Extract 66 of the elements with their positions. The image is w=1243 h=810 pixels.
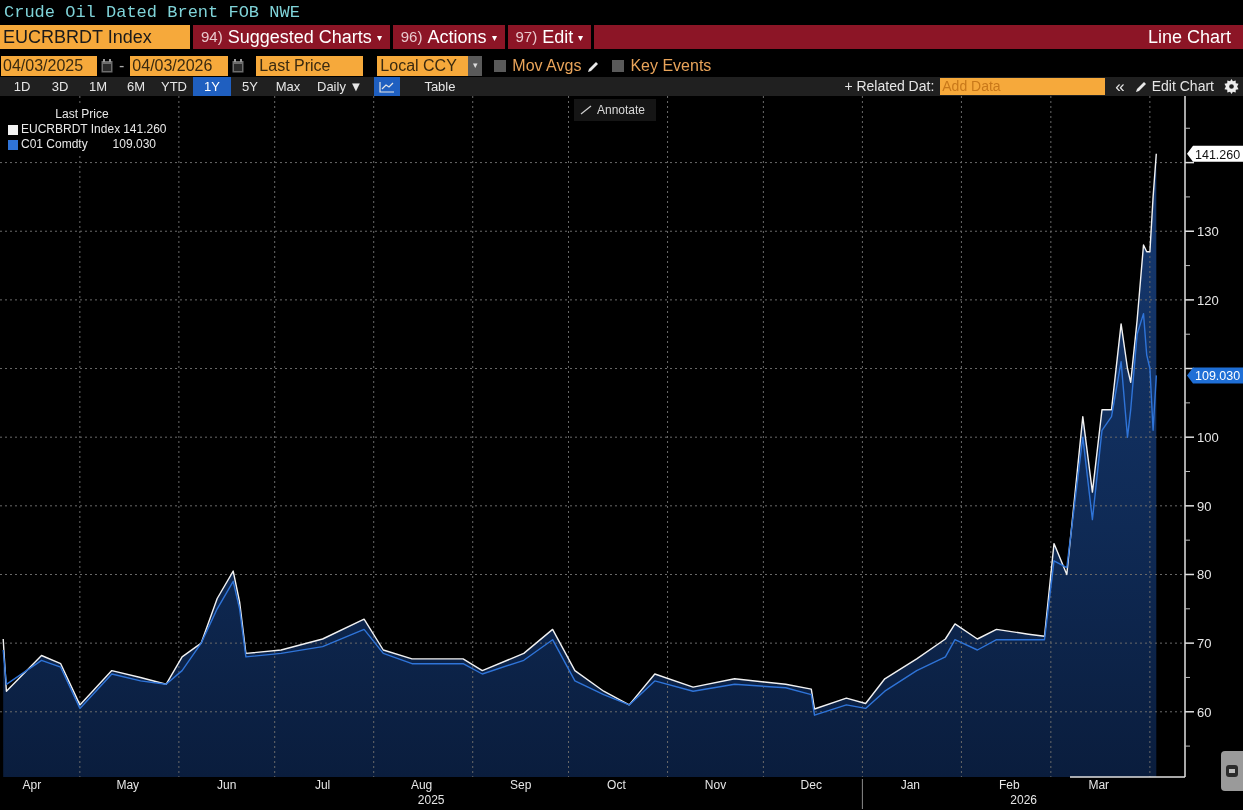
chart-view-tab[interactable] bbox=[374, 77, 401, 96]
y-axis-label: 70 bbox=[1197, 636, 1212, 652]
x-axis-label: Jan bbox=[900, 778, 920, 792]
menu-button[interactable]: 94) Suggested Charts ▾ bbox=[190, 25, 390, 49]
panel-toggle-icon bbox=[1225, 764, 1239, 778]
y-axis-label: 60 bbox=[1197, 704, 1212, 720]
calendar-icon[interactable] bbox=[101, 59, 113, 73]
x-axis-label: Aug bbox=[410, 778, 433, 792]
range-tab[interactable]: 6M bbox=[117, 77, 155, 96]
related-data-button[interactable]: + Related Dat: bbox=[844, 76, 935, 97]
checkbox[interactable] bbox=[494, 60, 507, 72]
y-axis-label: 90 bbox=[1197, 498, 1212, 514]
checkbox-label: Mov Avgs bbox=[512, 56, 582, 76]
x-axis-label: Apr bbox=[22, 778, 42, 792]
line-chart-icon bbox=[379, 80, 396, 93]
security-title: Crude Oil Dated Brent FOB NWE bbox=[4, 1, 300, 24]
y-axis-label: 80 bbox=[1197, 567, 1212, 583]
y-axis-label: 120 bbox=[1197, 292, 1219, 308]
calendar-icon[interactable] bbox=[232, 59, 245, 73]
x-axis-label: Feb bbox=[999, 778, 1020, 792]
last-price-badge: 109.030 bbox=[1187, 367, 1243, 384]
y-axis-label: 100 bbox=[1197, 430, 1219, 446]
range-tab[interactable]: YTD bbox=[155, 77, 193, 96]
range-tab[interactable]: 1Y bbox=[193, 77, 231, 96]
checkbox-label: Key Events bbox=[630, 56, 712, 76]
x-axis-label: Oct bbox=[607, 778, 626, 792]
table-tab[interactable]: Table bbox=[416, 77, 464, 96]
legend-title: Last Price bbox=[55, 107, 109, 122]
x-axis-label: Jul bbox=[314, 778, 331, 792]
range-tab[interactable]: 1D bbox=[3, 77, 41, 96]
price-field[interactable]: Last Price bbox=[256, 56, 364, 76]
frequency-dropdown[interactable]: Daily ▼ bbox=[311, 77, 369, 96]
edit-chart-button[interactable]: Edit Chart bbox=[1134, 76, 1214, 97]
x-axis-label: Mar bbox=[1088, 778, 1110, 792]
pencil-icon bbox=[587, 59, 601, 73]
end-date-field[interactable]: 04/03/2026 bbox=[130, 56, 229, 76]
view-title: Line Chart bbox=[1147, 25, 1231, 49]
x-axis-label: Sep bbox=[509, 778, 532, 792]
legend-series-name: EUCRBRDT Index bbox=[21, 122, 121, 137]
x-axis-label: May bbox=[116, 778, 140, 792]
year-label: 2025 bbox=[417, 793, 445, 807]
x-axis-label: Jun bbox=[217, 778, 237, 792]
menu-button[interactable]: 97) Edit ▾ bbox=[504, 25, 592, 49]
year-label: 2026 bbox=[1010, 793, 1038, 807]
range-tab[interactable]: 5Y bbox=[231, 77, 269, 96]
legend-series-name: C01 Comdty bbox=[21, 137, 89, 152]
checkbox[interactable] bbox=[612, 60, 625, 72]
x-axis-label: Dec bbox=[800, 778, 822, 792]
range-tab[interactable]: Max bbox=[269, 77, 307, 96]
x-axis-label: Nov bbox=[704, 778, 727, 792]
last-price-badge: 141.260 bbox=[1187, 145, 1243, 162]
range-tab[interactable]: 3D bbox=[41, 77, 79, 96]
start-date-field[interactable]: 04/03/2025 bbox=[1, 56, 97, 76]
ticker-field[interactable]: EUCRBRDT Index bbox=[0, 25, 190, 49]
menu-button[interactable]: 96) Actions ▾ bbox=[389, 25, 505, 49]
collapse-button[interactable]: « bbox=[1111, 78, 1129, 95]
date-separator: - bbox=[118, 56, 126, 76]
pencil-icon bbox=[1134, 80, 1148, 93]
side-panel-tab[interactable] bbox=[1221, 751, 1243, 791]
y-axis-label: 130 bbox=[1197, 224, 1219, 240]
line-tool-icon bbox=[580, 105, 592, 115]
legend-value: 109.030 bbox=[112, 137, 156, 152]
settings-icon[interactable] bbox=[1224, 79, 1239, 94]
range-tab[interactable]: 1M bbox=[79, 77, 117, 96]
annotate-button[interactable]: Annotate bbox=[574, 99, 656, 121]
legend-value: 141.260 bbox=[123, 122, 167, 137]
